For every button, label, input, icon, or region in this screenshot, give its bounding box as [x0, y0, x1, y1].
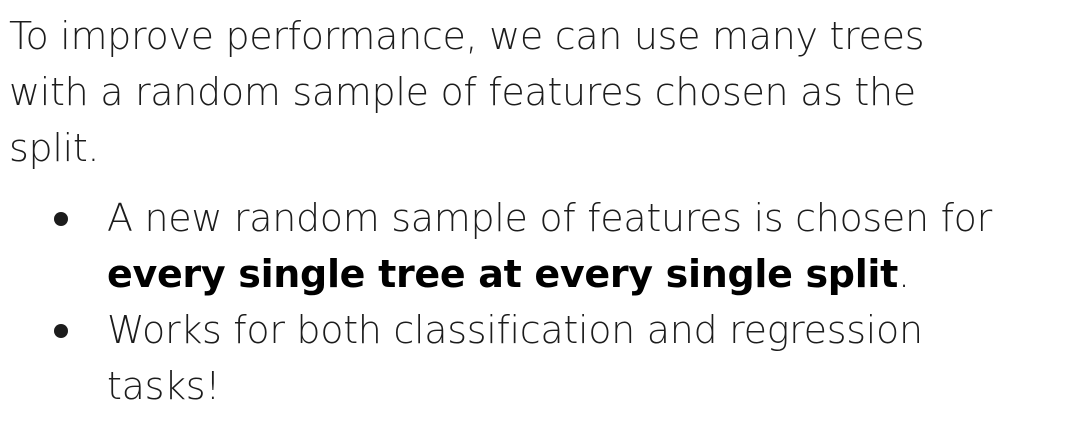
bullet-list: A new random sample of features is chose… [9, 190, 1059, 414]
slide-content: To improve performance, we can use many … [9, 8, 1059, 414]
bullet-text-before: A new random sample of features is chose… [107, 196, 992, 240]
bullet-text: Works for both classification and regres… [107, 308, 923, 408]
bullet-item-new-sample: A new random sample of features is chose… [9, 190, 1007, 302]
bullet-bold-emphasis: every single tree at every single split [107, 252, 899, 296]
intro-paragraph: To improve performance, we can use many … [9, 14, 925, 170]
bullet-item-works-for-both: Works for both classification and regres… [9, 302, 1007, 414]
bullet-dot-icon [54, 324, 68, 338]
bullet-text-after: . [898, 252, 910, 296]
bullet-dot-icon [54, 212, 68, 226]
